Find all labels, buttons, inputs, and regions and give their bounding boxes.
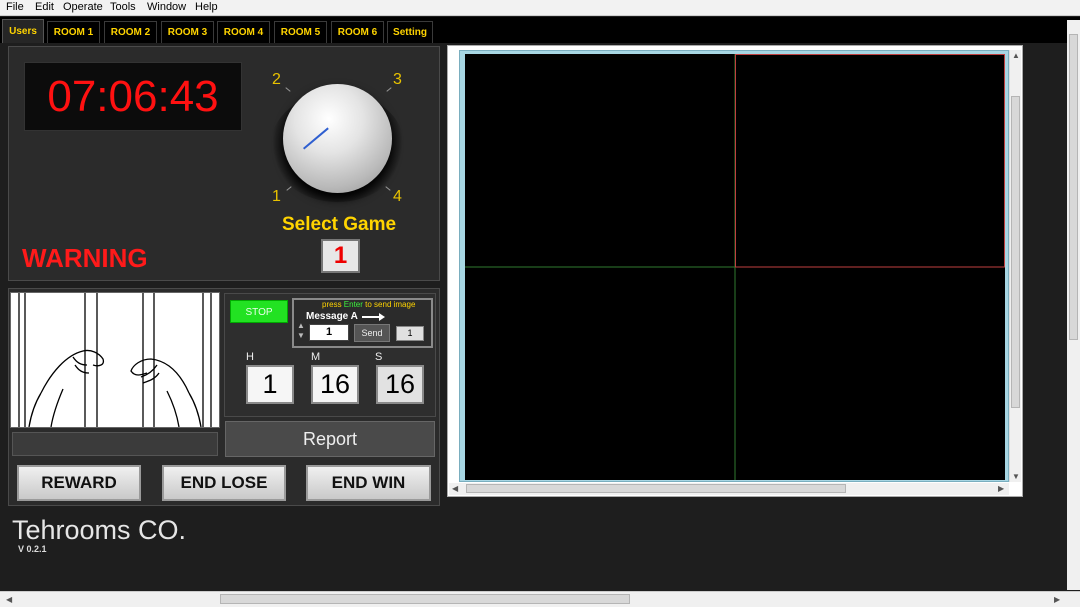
tab-room-6[interactable]: ROOM 6 — [331, 21, 384, 43]
scroll-left-icon[interactable]: ◀ — [6, 595, 12, 604]
scroll-left-icon[interactable]: ◀ — [452, 484, 458, 493]
menu-edit[interactable]: Edit — [35, 1, 54, 13]
game-number-display: 1 — [321, 239, 360, 273]
scroll-up-icon[interactable]: ▲ — [1012, 51, 1020, 60]
hours-label: H — [246, 351, 254, 363]
seconds-label: S — [375, 351, 383, 363]
camera-vertical-thumb[interactable] — [1011, 96, 1020, 408]
menu-window[interactable]: Window — [147, 1, 186, 13]
tab-room-5[interactable]: ROOM 5 — [274, 21, 327, 43]
stop-button[interactable]: STOP — [230, 300, 288, 323]
report-button[interactable]: Report — [225, 421, 435, 457]
menu-tools[interactable]: Tools — [110, 1, 136, 13]
menu-file[interactable]: File — [6, 1, 24, 13]
minutes-field[interactable]: 16 — [311, 365, 359, 404]
reward-button[interactable]: REWARD — [17, 465, 141, 501]
press-suffix: to send image — [362, 300, 416, 309]
select-game-label: Select Game — [282, 214, 397, 235]
press-prefix: press — [322, 300, 344, 309]
message-label: Message A — [306, 311, 358, 322]
scroll-right-icon[interactable]: ▶ — [1054, 595, 1060, 604]
press-key: Enter — [343, 300, 363, 309]
tab-users[interactable]: Users — [2, 19, 44, 43]
tab-strip: Users ROOM 1 ROOM 2 ROOM 3 ROOM 4 ROOM 5… — [0, 17, 1080, 43]
menu-bar: File Edit Operate Tools Window Help — [0, 0, 1080, 16]
spin-up-icon[interactable]: ▲ — [296, 321, 306, 331]
end-lose-button[interactable]: END LOSE — [162, 465, 286, 501]
window-horizontal-scrollbar[interactable]: ◀ ▶ — [0, 591, 1080, 607]
menu-operate[interactable]: Operate — [63, 1, 103, 13]
seconds-field[interactable]: 16 — [376, 365, 424, 404]
window-vertical-thumb[interactable] — [1069, 34, 1078, 340]
send-button[interactable]: Send — [354, 324, 390, 342]
window-horizontal-thumb[interactable] — [220, 594, 630, 604]
knob-label-2: 2 — [272, 71, 281, 88]
menu-help[interactable]: Help — [195, 1, 218, 13]
room-status-field — [12, 432, 218, 456]
hours-field[interactable]: 1 — [246, 365, 294, 404]
warning-label: WARNING — [22, 243, 148, 273]
spin-down-icon[interactable]: ▼ — [296, 331, 306, 341]
scroll-down-icon[interactable]: ▼ — [1012, 472, 1020, 481]
end-win-button[interactable]: END WIN — [306, 465, 431, 501]
knob-label-4: 4 — [393, 188, 402, 205]
tab-room-2[interactable]: ROOM 2 — [104, 21, 157, 43]
scroll-right-icon[interactable]: ▶ — [998, 484, 1004, 493]
knob-label-3: 3 — [393, 71, 402, 88]
tab-room-1[interactable]: ROOM 1 — [47, 21, 100, 43]
tab-room-4[interactable]: ROOM 4 — [217, 21, 270, 43]
minutes-label: M — [311, 351, 321, 363]
send-instructions: press Enter to send image — [322, 300, 415, 309]
prison-image — [10, 292, 220, 428]
clock-display: 07:06:43 — [24, 62, 242, 131]
version-label: V 0.2.1 — [18, 544, 47, 554]
message-number-input[interactable]: 1 — [309, 324, 349, 341]
camera-vertical-scrollbar[interactable]: ▲ ▼ — [1009, 50, 1021, 482]
sent-value-display: 1 — [396, 326, 424, 341]
message-spinner[interactable]: ▲ ▼ — [296, 321, 306, 343]
tab-setting[interactable]: Setting — [387, 21, 433, 43]
knob-label-1: 1 — [272, 188, 281, 205]
arrow-right-icon — [362, 313, 385, 321]
camera-horizontal-thumb[interactable] — [466, 484, 846, 493]
tab-room-3[interactable]: ROOM 3 — [161, 21, 214, 43]
window-vertical-scrollbar[interactable] — [1067, 20, 1080, 590]
game-select-knob[interactable] — [283, 84, 392, 193]
camera-grid — [465, 54, 1005, 480]
camera-horizontal-scrollbar[interactable]: ◀ ▶ — [449, 483, 1009, 495]
company-name: Tehrooms CO. — [12, 515, 187, 545]
